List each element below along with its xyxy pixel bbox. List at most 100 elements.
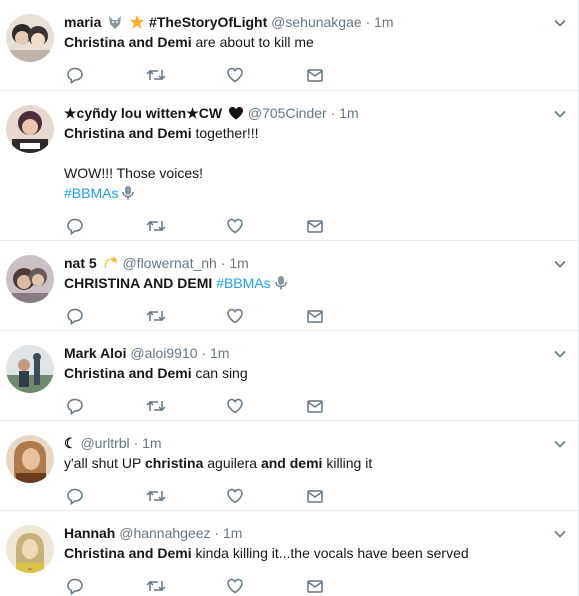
- display-name-hashtag: #TheStoryOfLight: [149, 14, 268, 30]
- message-icon: [307, 220, 323, 233]
- separator-dot: ·: [214, 525, 220, 541]
- retweet-button[interactable]: [144, 486, 224, 506]
- tweet[interactable]: maria #TheStoryOfLight @sehunakgae · 1m …: [0, 0, 579, 91]
- microphone-emoji-icon: [273, 275, 289, 291]
- timestamp[interactable]: 1m: [339, 105, 358, 121]
- microphone-emoji-icon: [120, 185, 136, 201]
- message-icon: [307, 580, 323, 593]
- tweet-header: Mark Aloi @aloi9910 · 1m: [64, 343, 567, 363]
- timestamp[interactable]: 1m: [223, 525, 242, 541]
- retweet-button[interactable]: [144, 576, 224, 596]
- message-button[interactable]: [304, 486, 384, 506]
- like-button[interactable]: [224, 65, 304, 85]
- reply-icon: [67, 578, 83, 595]
- tweet[interactable]: ★cyñdy lou witten★CW @705Cinder · 1m Chr…: [0, 91, 579, 241]
- like-icon: [227, 398, 243, 414]
- message-button[interactable]: [304, 576, 384, 596]
- reply-button[interactable]: [64, 396, 144, 416]
- caret-down-icon[interactable]: [553, 107, 567, 121]
- caret-down-icon[interactable]: [553, 527, 567, 541]
- reply-icon: [67, 308, 83, 325]
- tweet-text-bold: Christina and Demi: [64, 34, 192, 50]
- tweet-text-rest: kinda killing it...the vocals have been …: [191, 545, 469, 561]
- message-button[interactable]: [304, 306, 384, 326]
- user-handle[interactable]: @aloi9910: [130, 345, 197, 361]
- tweet-text-rest: are about to kill me: [191, 34, 314, 50]
- message-button[interactable]: [304, 65, 384, 85]
- user-handle[interactable]: @urltrbl: [80, 435, 129, 451]
- like-button[interactable]: [224, 486, 304, 506]
- tweet-text: Christina and Demi can sing: [64, 363, 567, 383]
- user-handle[interactable]: @705Cinder: [248, 105, 327, 121]
- avatar[interactable]: ~: [6, 525, 54, 573]
- caret-down-icon[interactable]: [553, 257, 567, 271]
- reply-button[interactable]: [64, 576, 144, 596]
- timestamp[interactable]: 1m: [210, 345, 229, 361]
- display-name[interactable]: Hannah: [64, 525, 115, 541]
- timestamp[interactable]: 1m: [374, 14, 393, 30]
- timestamp[interactable]: 1m: [142, 435, 161, 451]
- reply-button[interactable]: [64, 486, 144, 506]
- star-emoji-icon: [129, 14, 145, 30]
- avatar[interactable]: [6, 435, 54, 483]
- black-heart-emoji-icon: [228, 105, 244, 121]
- like-button[interactable]: [224, 396, 304, 416]
- user-handle[interactable]: @sehunakgae: [271, 14, 362, 30]
- hashtag-link[interactable]: #BBMAs: [64, 185, 118, 201]
- reply-icon: [67, 67, 83, 84]
- avatar[interactable]: [6, 255, 54, 303]
- reply-button[interactable]: [64, 65, 144, 85]
- display-name[interactable]: Mark Aloi: [64, 345, 127, 361]
- tweet-text: Christina and Demi kinda killing it...th…: [64, 543, 567, 563]
- caret-down-icon[interactable]: [553, 16, 567, 30]
- retweet-button[interactable]: [144, 65, 224, 85]
- like-button[interactable]: [224, 306, 304, 326]
- tweet-text-part: y'all shut UP: [64, 455, 146, 471]
- display-name[interactable]: ☾: [64, 435, 77, 451]
- retweet-icon: [146, 490, 166, 502]
- tweet[interactable]: Mark Aloi @aloi9910 · 1m Christina and D…: [0, 331, 579, 421]
- message-button[interactable]: [304, 396, 384, 416]
- tweet-text-part: killing it: [322, 455, 373, 471]
- display-name[interactable]: maria: [64, 14, 101, 30]
- retweet-button[interactable]: [144, 216, 224, 236]
- tweet[interactable]: ☾ @urltrbl · 1m y'all shut UP christina …: [0, 421, 579, 511]
- display-name[interactable]: ★cyñdy lou witten★CW: [64, 105, 222, 121]
- message-icon: [307, 490, 323, 503]
- caret-down-icon[interactable]: [553, 437, 567, 451]
- retweet-icon: [146, 580, 166, 592]
- like-icon: [227, 67, 243, 83]
- tweet[interactable]: nat 5 @flowernat_nh · 1m CHRISTINA AND D…: [0, 241, 579, 331]
- hashtag-link[interactable]: #BBMAs: [216, 275, 270, 291]
- tweet-text-bold: CHRISTINA AND DEMI: [64, 275, 213, 291]
- reply-icon: [67, 218, 83, 235]
- retweet-button[interactable]: [144, 396, 224, 416]
- tweet-text-bold: christina: [145, 455, 204, 471]
- retweet-button[interactable]: [144, 306, 224, 326]
- tweet-actions: [64, 301, 567, 331]
- tweet-text-part: aguilera: [203, 455, 261, 471]
- reply-button[interactable]: [64, 216, 144, 236]
- user-handle[interactable]: @flowernat_nh: [122, 255, 216, 271]
- message-icon: [307, 69, 323, 82]
- like-icon: [227, 218, 243, 234]
- display-name[interactable]: nat 5: [64, 255, 97, 271]
- like-icon: [227, 578, 243, 594]
- tweet[interactable]: ~ Hannah @hannahgeez · 1m Christina and …: [0, 511, 579, 596]
- user-handle[interactable]: @hannahgeez: [119, 525, 210, 541]
- tweet-actions: [64, 571, 567, 596]
- avatar[interactable]: [6, 345, 54, 393]
- message-icon: [307, 400, 323, 413]
- message-button[interactable]: [304, 216, 384, 236]
- like-button[interactable]: [224, 576, 304, 596]
- like-button[interactable]: [224, 216, 304, 236]
- timestamp[interactable]: 1m: [229, 255, 248, 271]
- avatar[interactable]: [6, 105, 54, 153]
- avatar[interactable]: [6, 14, 54, 62]
- caret-down-icon[interactable]: [553, 347, 567, 361]
- reply-button[interactable]: [64, 306, 144, 326]
- retweet-icon: [146, 400, 166, 412]
- tweet-line: WOW!!! Those voices!: [64, 165, 203, 181]
- tweet-actions: [64, 60, 567, 90]
